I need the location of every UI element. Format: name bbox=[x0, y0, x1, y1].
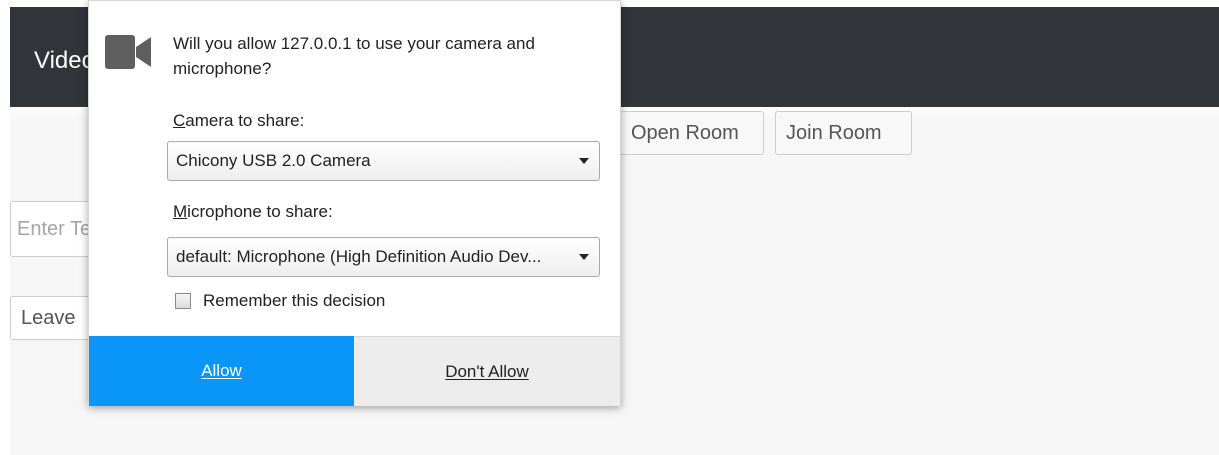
allow-button-label: Allow bbox=[201, 361, 242, 380]
microphone-label-accesskey: M bbox=[173, 202, 188, 221]
dont-allow-button[interactable]: Don't Allow bbox=[354, 336, 620, 406]
permission-question: Will you allow 127.0.0.1 to use your cam… bbox=[173, 34, 535, 78]
join-room-button[interactable]: Join Room bbox=[775, 111, 912, 155]
remember-decision-checkbox[interactable] bbox=[175, 293, 191, 309]
remember-decision-label: Remember this decision bbox=[203, 291, 386, 310]
allow-button[interactable]: Allow bbox=[89, 336, 354, 406]
camera-label-accesskey: C bbox=[173, 111, 186, 130]
camera-select-value: Chicony USB 2.0 Camera bbox=[176, 151, 371, 170]
open-room-button[interactable]: Open Room bbox=[620, 111, 764, 155]
dont-allow-button-label: Don't Allow bbox=[445, 362, 529, 381]
camera-select-label: Camera to share: bbox=[173, 111, 304, 131]
microphone-select[interactable]: default: Microphone (High Definition Aud… bbox=[167, 237, 600, 277]
app-title: Video bbox=[34, 47, 95, 74]
microphone-select-label: Microphone to share: bbox=[173, 202, 333, 222]
microphone-select-value: default: Microphone (High Definition Aud… bbox=[176, 247, 542, 266]
video-camera-icon bbox=[105, 35, 151, 69]
camera-label-text: amera to share: bbox=[185, 111, 305, 130]
permission-dialog: Will you allow 127.0.0.1 to use your cam… bbox=[88, 0, 621, 406]
chevron-down-icon bbox=[579, 158, 589, 164]
microphone-label-text: icrophone to share: bbox=[187, 202, 333, 221]
camera-select[interactable]: Chicony USB 2.0 Camera bbox=[167, 141, 600, 181]
chevron-down-icon bbox=[579, 254, 589, 260]
remember-decision-row[interactable]: Remember this decision bbox=[175, 289, 385, 313]
